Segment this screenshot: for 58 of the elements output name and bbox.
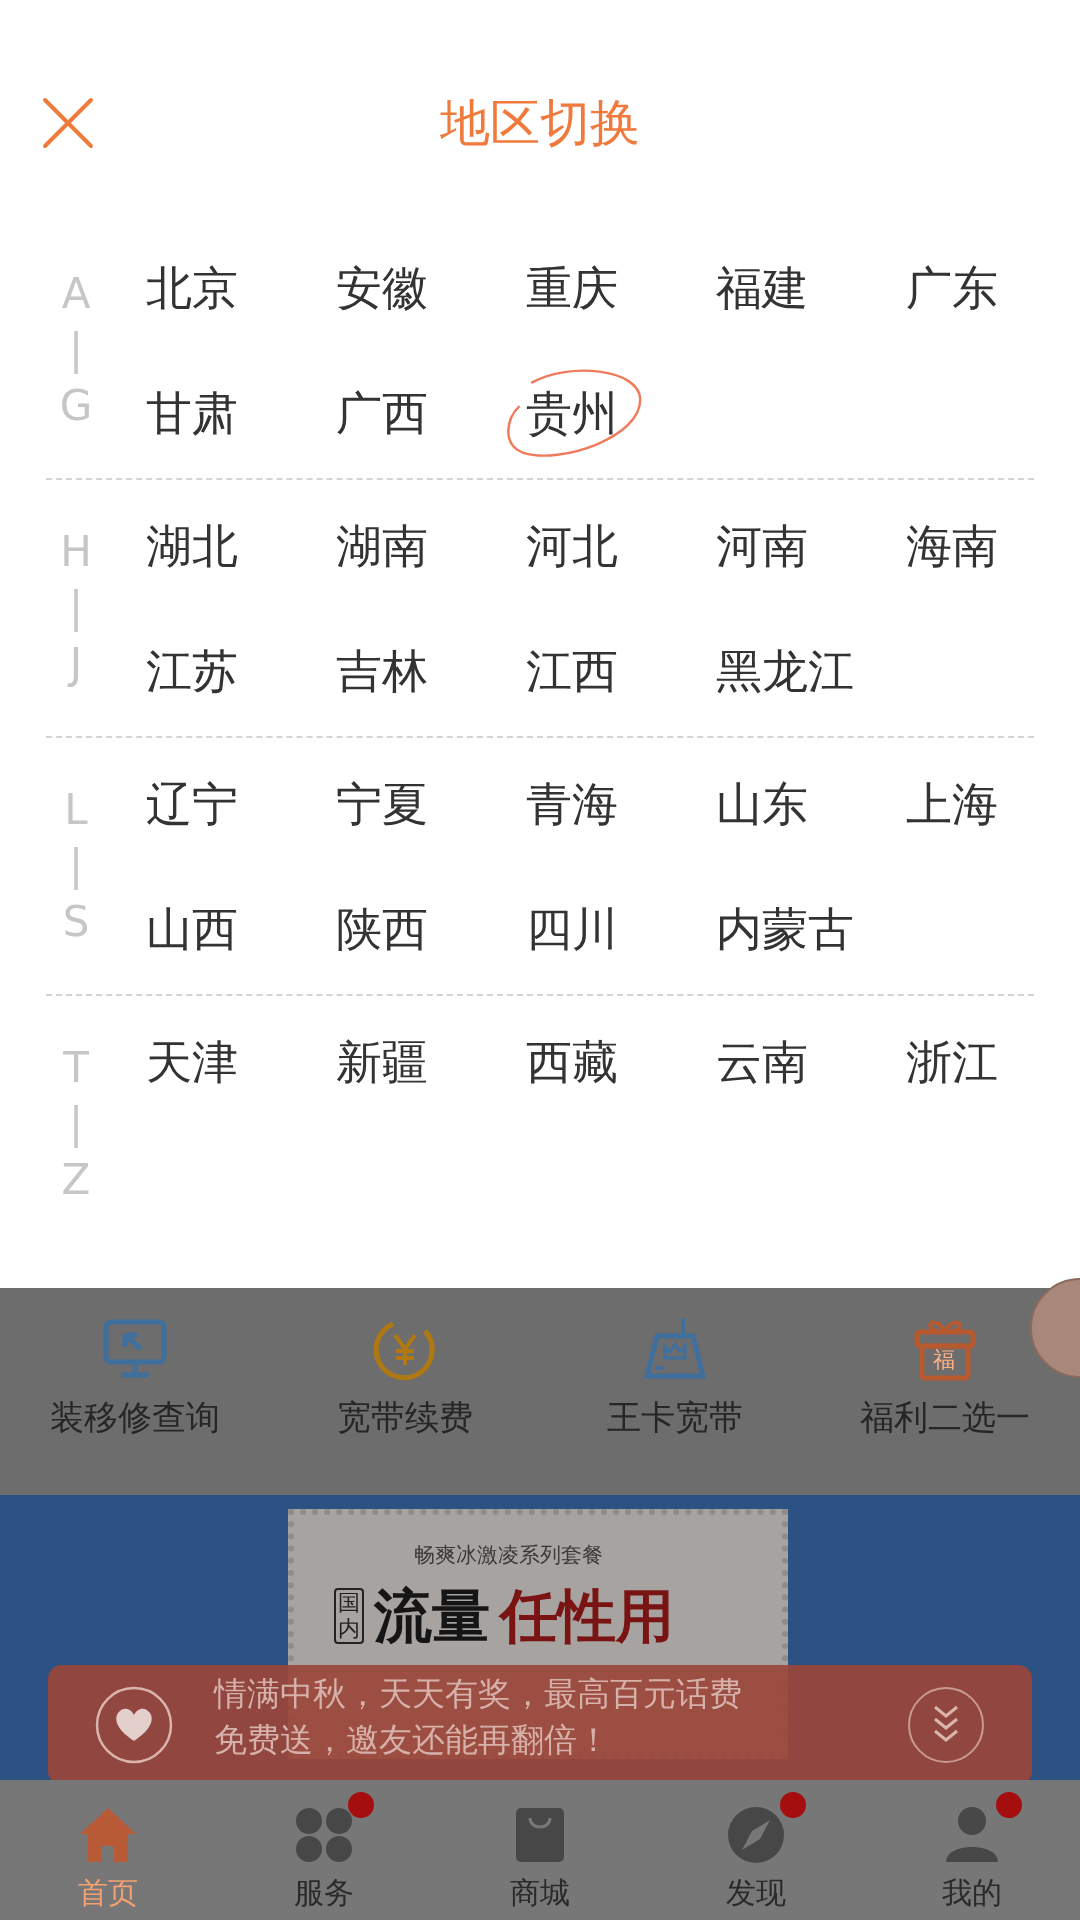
index-letter: S — [62, 898, 90, 946]
index-letter: L — [64, 786, 88, 834]
chevron-down-icon[interactable] — [906, 1685, 986, 1765]
tag-badge: 国内 — [334, 1588, 364, 1644]
city-option[interactable]: 陕西 — [336, 905, 428, 952]
index-letter: A — [61, 270, 91, 318]
city-option[interactable]: 山东 — [716, 780, 808, 827]
page-title: 地区切换 — [440, 98, 640, 148]
grid-icon — [294, 1806, 354, 1864]
close-icon — [42, 97, 94, 149]
city-option[interactable]: 重庆 — [526, 264, 618, 311]
banner-headline: 任性用 — [500, 1587, 674, 1645]
index-letter: H — [60, 528, 92, 576]
city-option[interactable]: 内蒙古 — [716, 905, 854, 952]
city-option[interactable]: 河北 — [526, 522, 618, 569]
city-option[interactable]: 云南 — [716, 1038, 808, 1085]
city-option[interactable]: 江西 — [526, 647, 618, 694]
city-option[interactable]: 江苏 — [146, 647, 238, 694]
index-letter: | — [68, 584, 84, 632]
city-option[interactable]: 新疆 — [336, 1038, 428, 1085]
city-option[interactable]: 辽宁 — [146, 780, 238, 827]
index-letter: | — [68, 326, 84, 374]
monitor-icon — [103, 1319, 167, 1379]
notice-text: 情满中秋，天天有奖，最高百元话费免费送，邀友还能再翻倍！ — [214, 1673, 743, 1761]
compass-icon — [726, 1806, 786, 1864]
home-icon — [78, 1806, 138, 1864]
index-letter: | — [68, 1100, 84, 1148]
city-option[interactable]: 山西 — [146, 905, 238, 952]
city-option[interactable]: 海南 — [906, 522, 998, 569]
router-icon — [643, 1316, 707, 1382]
banner-headline: 流量 — [374, 1587, 490, 1645]
city-option[interactable]: 天津 — [146, 1038, 238, 1085]
close-button[interactable] — [40, 95, 96, 151]
city-option[interactable]: 河南 — [716, 522, 808, 569]
city-option[interactable]: 福建 — [716, 264, 808, 311]
index-letter: T — [63, 1044, 89, 1092]
icon-label: 福 — [933, 1349, 955, 1371]
city-option[interactable]: 湖北 — [146, 522, 238, 569]
index-letter: | — [68, 842, 84, 890]
index-letter: J — [69, 640, 83, 688]
city-option[interactable]: 贵州 — [498, 358, 646, 467]
city-option[interactable]: 浙江 — [906, 1038, 998, 1085]
city-option[interactable]: 湖南 — [336, 522, 428, 569]
city-option[interactable]: 宁夏 — [336, 780, 428, 827]
city-option[interactable]: 安徽 — [336, 264, 428, 311]
city-option[interactable]: 广西 — [336, 389, 428, 436]
city-option[interactable]: 上海 — [906, 780, 998, 827]
city-option[interactable]: 青海 — [526, 780, 618, 827]
city-option[interactable]: 四川 — [526, 905, 618, 952]
index-letter: G — [59, 382, 93, 430]
city-option[interactable]: 黑龙江 — [716, 647, 854, 694]
city-option[interactable]: 广东 — [906, 264, 998, 311]
city-option[interactable]: 吉林 — [336, 647, 428, 694]
city-option[interactable]: 西藏 — [526, 1038, 618, 1085]
index-letter: Z — [61, 1156, 91, 1204]
city-option[interactable]: 北京 — [146, 264, 238, 311]
city-option[interactable]: 甘肃 — [146, 389, 238, 436]
banner-subtitle: 畅爽冰激凌系列套餐 — [412, 1545, 604, 1566]
